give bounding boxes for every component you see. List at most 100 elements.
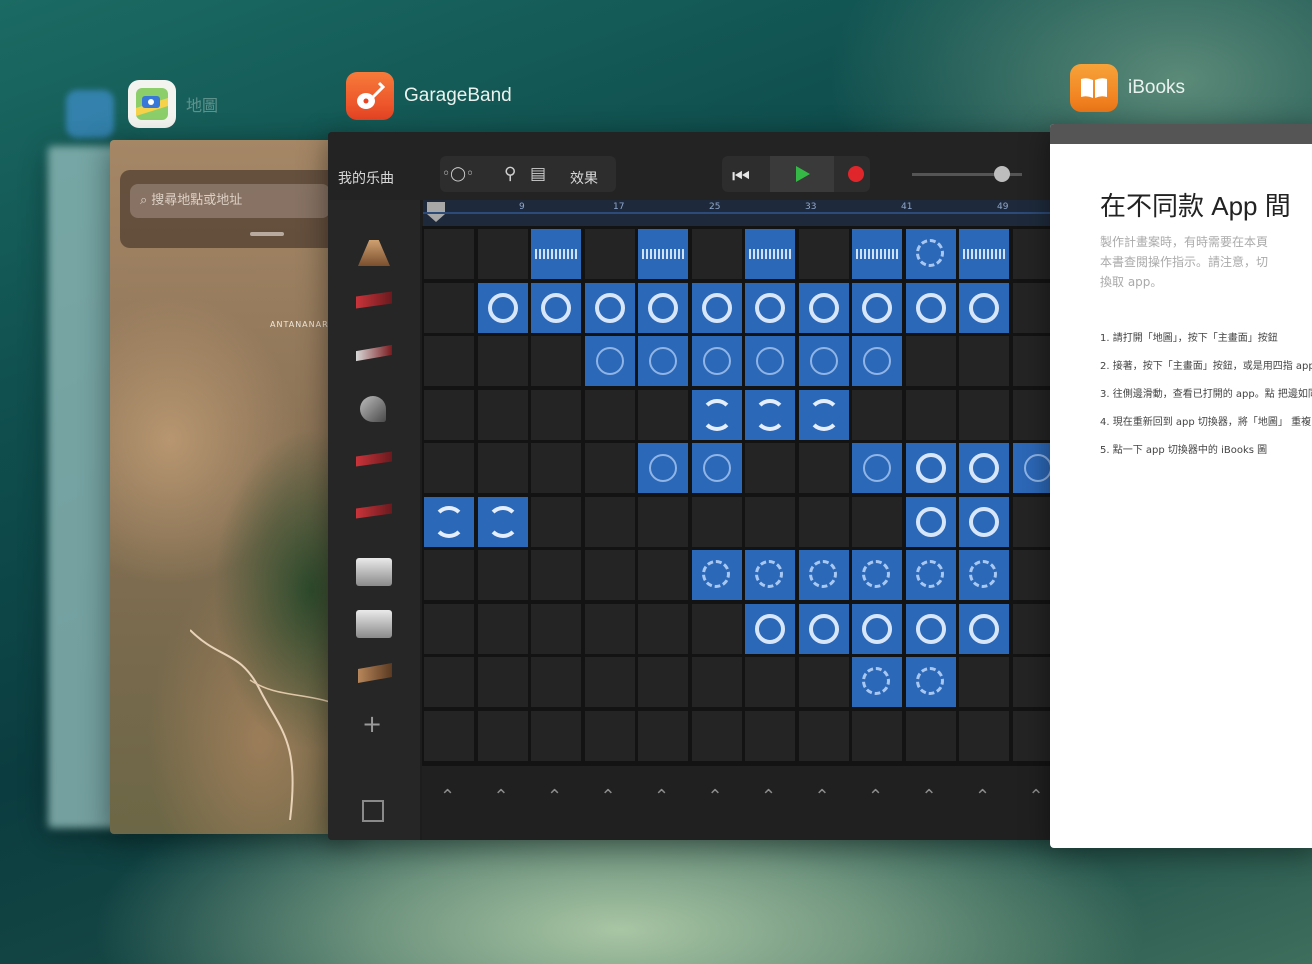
loop-cell[interactable] (852, 443, 902, 493)
loop-cell[interactable] (691, 550, 742, 600)
record-icon[interactable] (848, 166, 864, 182)
loop-cell[interactable] (691, 389, 742, 440)
scene-trigger-button[interactable]: ⌃ (922, 786, 937, 807)
loop-cell[interactable] (852, 336, 902, 386)
loop-cell[interactable] (477, 657, 528, 707)
loop-cell[interactable] (959, 603, 1009, 654)
keyboard-icon-2[interactable] (356, 451, 392, 467)
loop-cell[interactable] (638, 496, 688, 547)
volume-knob[interactable] (994, 166, 1010, 182)
loop-cell[interactable] (531, 389, 581, 440)
keyboard-icon-3[interactable] (356, 503, 392, 519)
loop-cell[interactable] (424, 389, 474, 440)
loop-cell[interactable] (798, 710, 849, 761)
scene-trigger-button[interactable]: ⌃ (547, 786, 562, 807)
loop-cell[interactable] (477, 550, 528, 600)
loop-browser-icon[interactable]: ◦◯◦ (442, 166, 474, 182)
loop-cell[interactable] (798, 282, 849, 333)
loop-cell[interactable] (584, 710, 635, 761)
loop-cell[interactable] (905, 657, 956, 707)
loop-cell[interactable] (905, 443, 956, 493)
loop-cell[interactable] (959, 389, 1009, 440)
loop-cell[interactable] (638, 389, 688, 440)
loop-cell[interactable] (531, 710, 581, 761)
loop-cell[interactable] (798, 496, 849, 547)
loop-cell[interactable] (798, 336, 849, 386)
loop-cell[interactable] (959, 443, 1009, 493)
loop-cell[interactable] (745, 443, 795, 493)
drum-machine-icon[interactable] (356, 558, 392, 586)
loop-cell[interactable] (531, 282, 581, 333)
scene-trigger-button[interactable]: ⌃ (815, 786, 830, 807)
loop-cell[interactable] (691, 443, 742, 493)
loop-cell[interactable] (691, 603, 742, 654)
loop-cell[interactable] (905, 496, 956, 547)
loop-cell[interactable] (852, 657, 902, 707)
loop-cell[interactable] (477, 229, 528, 279)
loop-cell[interactable] (531, 657, 581, 707)
scene-trigger-button[interactable]: ⌃ (1029, 786, 1044, 807)
loop-cell[interactable] (798, 603, 849, 654)
loop-cell[interactable] (852, 603, 902, 654)
loop-cell[interactable] (745, 229, 795, 279)
scene-trigger-button[interactable]: ⌃ (708, 786, 723, 807)
loop-cell[interactable] (798, 550, 849, 600)
loop-cell[interactable] (852, 389, 902, 440)
loop-cell[interactable] (531, 550, 581, 600)
maps-icon[interactable] (128, 80, 176, 128)
play-button[interactable] (770, 156, 834, 192)
garageband-card[interactable]: 我的乐曲 ◦◯◦ ⚲ ▤ 效果 ⏮ 9 17 25 33 41 49 + ⌃ ⌃… (328, 132, 1058, 840)
loop-cell[interactable] (691, 336, 742, 386)
loop-cell[interactable] (798, 229, 849, 279)
loop-cell[interactable] (959, 550, 1009, 600)
loop-cell[interactable] (584, 496, 635, 547)
loop-cell[interactable] (745, 710, 795, 761)
bass-icon[interactable] (360, 396, 386, 422)
loop-cell[interactable] (691, 229, 742, 279)
loop-cell[interactable] (531, 443, 581, 493)
loop-cell[interactable] (638, 710, 688, 761)
scene-trigger-button[interactable]: ⌃ (440, 786, 455, 807)
loop-cell[interactable] (424, 550, 474, 600)
loop-cell[interactable] (691, 282, 742, 333)
loop-cell[interactable] (638, 443, 688, 493)
loop-cell[interactable] (477, 443, 528, 493)
loop-cell[interactable] (905, 389, 956, 440)
loop-cell[interactable] (584, 443, 635, 493)
scene-trigger-button[interactable]: ⌃ (601, 786, 616, 807)
loop-cell[interactable] (691, 657, 742, 707)
loop-cell[interactable] (638, 550, 688, 600)
loop-cell[interactable] (424, 603, 474, 654)
scene-trigger-button[interactable]: ⌃ (868, 786, 883, 807)
microphone-icon[interactable]: ⚲ (504, 164, 516, 184)
loop-cell[interactable] (798, 657, 849, 707)
synth-icon[interactable] (356, 344, 392, 362)
drag-handle[interactable] (250, 232, 284, 236)
loop-cell[interactable] (477, 496, 528, 547)
scene-trigger-button[interactable]: ⌃ (975, 786, 990, 807)
drums-icon[interactable] (358, 240, 390, 266)
loop-cell[interactable] (852, 282, 902, 333)
edit-icon[interactable] (362, 800, 384, 822)
loop-cell[interactable] (959, 710, 1009, 761)
loop-cell[interactable] (477, 282, 528, 333)
safari-icon[interactable] (66, 90, 114, 138)
loop-cell[interactable] (852, 496, 902, 547)
loop-cell[interactable] (584, 603, 635, 654)
mixer-icon[interactable]: ▤ (530, 164, 546, 184)
loop-cell[interactable] (959, 496, 1009, 547)
loop-cell[interactable] (477, 336, 528, 386)
loop-cell[interactable] (959, 657, 1009, 707)
loop-cell[interactable] (745, 603, 795, 654)
loop-cell[interactable] (638, 282, 688, 333)
loop-cell[interactable] (745, 336, 795, 386)
loop-cell[interactable] (638, 657, 688, 707)
loop-cell[interactable] (531, 496, 581, 547)
drum-machine-icon-2[interactable] (356, 610, 392, 638)
loop-cell[interactable] (852, 710, 902, 761)
guitar-icon[interactable] (346, 72, 394, 120)
rewind-icon[interactable]: ⏮ (732, 164, 750, 188)
loop-cell[interactable] (638, 336, 688, 386)
live-loops-grid[interactable] (422, 226, 1058, 766)
loop-cell[interactable] (745, 657, 795, 707)
